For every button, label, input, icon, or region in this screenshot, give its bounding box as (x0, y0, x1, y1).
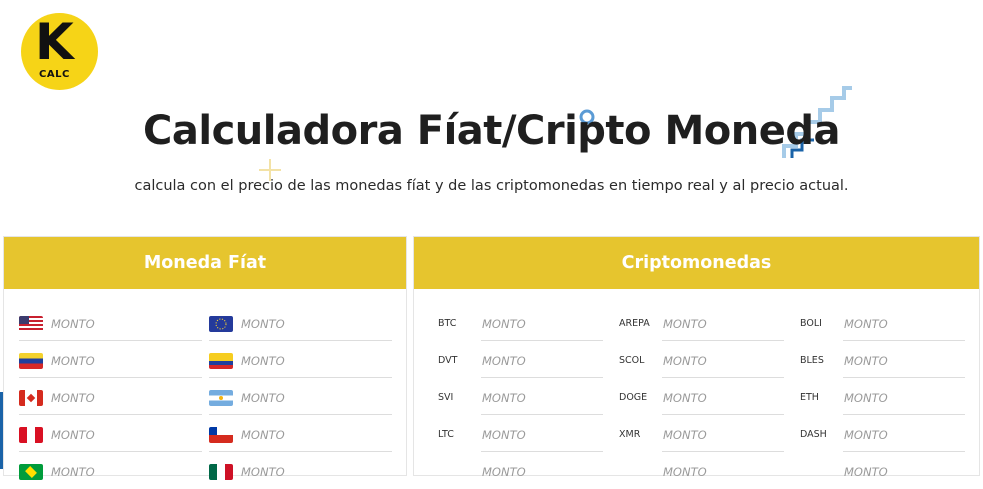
monto-placeholder: MONTO (482, 428, 526, 442)
monto-placeholder: MONTO (241, 465, 285, 479)
monto-placeholder: MONTO (663, 428, 707, 442)
fiat-input-cad[interactable]: MONTO (19, 378, 202, 415)
fiat-panel-title: Moneda Fíat (4, 237, 406, 289)
crypto-panel-title: Criptomonedas (414, 237, 979, 289)
crypto-input-dvt[interactable]: DVT MONTO (438, 341, 603, 378)
monto-placeholder: MONTO (844, 391, 888, 405)
fiat-input-eur[interactable]: MONTO (209, 304, 392, 341)
mexico-flag-icon (209, 464, 233, 480)
crypto-symbol: BLES (800, 355, 824, 366)
crypto-input-xmr[interactable]: XMR MONTO (619, 415, 784, 452)
monto-placeholder: MONTO (663, 391, 707, 405)
page-subtitle: calcula con el precio de las monedas fía… (134, 178, 849, 194)
crypto-input-dash[interactable]: DASH MONTO (800, 415, 965, 452)
logo-letter: K (35, 13, 74, 71)
crypto-symbol: DASH (800, 429, 827, 440)
monto-placeholder: MONTO (241, 391, 285, 405)
crypto-symbol: LTC (438, 429, 454, 440)
monto-placeholder: MONTO (51, 465, 95, 479)
brazil-flag-icon (19, 464, 43, 480)
monto-placeholder: MONTO (51, 317, 95, 331)
monto-placeholder: MONTO (51, 354, 95, 368)
crypto-input-bles[interactable]: BLES MONTO (800, 341, 965, 378)
monto-placeholder: MONTO (51, 391, 95, 405)
kcalc-logo[interactable]: K CALC (21, 13, 98, 90)
crypto-input-scol[interactable]: SCOL MONTO (619, 341, 784, 378)
crypto-symbol: BTC (438, 318, 457, 329)
colombia-flag-icon (209, 353, 233, 369)
monto-placeholder: MONTO (663, 354, 707, 368)
crypto-symbol: SCOL (619, 355, 645, 366)
crypto-input[interactable]: MONTO (619, 452, 784, 489)
crypto-input-btc[interactable]: BTC MONTO (438, 304, 603, 341)
monto-placeholder: MONTO (482, 391, 526, 405)
venezuela-flag-icon (19, 353, 43, 369)
monto-placeholder: MONTO (663, 465, 707, 479)
crypto-input[interactable]: MONTO (800, 452, 965, 489)
eu-flag-icon (209, 316, 233, 332)
crypto-symbol: AREPA (619, 318, 650, 329)
fiat-input-ves[interactable]: MONTO (19, 341, 202, 378)
fiat-input-ars[interactable]: MONTO (209, 378, 392, 415)
crypto-input-arepa[interactable]: AREPA MONTO (619, 304, 784, 341)
crypto-panel: Criptomonedas BTC MONTO DVT MONTO SVI MO… (413, 236, 980, 479)
monto-placeholder: MONTO (663, 317, 707, 331)
fiat-input-cop[interactable]: MONTO (209, 341, 392, 378)
crypto-symbol: SVI (438, 392, 454, 403)
monto-placeholder: MONTO (844, 354, 888, 368)
monto-placeholder: MONTO (241, 317, 285, 331)
crypto-input-ltc[interactable]: LTC MONTO (438, 415, 603, 452)
chile-flag-icon (209, 427, 233, 443)
logo-subtext: CALC (39, 69, 70, 80)
monto-placeholder: MONTO (482, 317, 526, 331)
crypto-symbol: DVT (438, 355, 458, 366)
crypto-symbol: XMR (619, 429, 641, 440)
monto-placeholder: MONTO (844, 317, 888, 331)
fiat-panel: Moneda Fíat MONTO MONTO MONTO MONTO MONT… (3, 236, 407, 480)
monto-placeholder: MONTO (844, 428, 888, 442)
monto-placeholder: MONTO (241, 428, 285, 442)
monto-placeholder: MONTO (51, 428, 95, 442)
canada-flag-icon (19, 390, 43, 406)
page-title: Calculadora Fíat/Cripto Moneda (143, 108, 840, 154)
crypto-symbol: ETH (800, 392, 819, 403)
monto-placeholder: MONTO (482, 354, 526, 368)
fiat-input-brl[interactable]: MONTO (19, 452, 202, 489)
crypto-input-boli[interactable]: BOLI MONTO (800, 304, 965, 341)
monto-placeholder: MONTO (482, 465, 526, 479)
monto-placeholder: MONTO (844, 465, 888, 479)
crypto-input-svi[interactable]: SVI MONTO (438, 378, 603, 415)
fiat-input-clp[interactable]: MONTO (209, 415, 392, 452)
crypto-input[interactable]: MONTO (438, 452, 603, 489)
monto-placeholder: MONTO (241, 354, 285, 368)
crypto-symbol: DOGE (619, 392, 648, 403)
peru-flag-icon (19, 427, 43, 443)
argentina-flag-icon (209, 390, 233, 406)
fiat-input-mxn[interactable]: MONTO (209, 452, 392, 489)
crypto-input-eth[interactable]: ETH MONTO (800, 378, 965, 415)
crypto-symbol: BOLI (800, 318, 822, 329)
fiat-input-pen[interactable]: MONTO (19, 415, 202, 452)
usa-flag-icon (19, 316, 43, 332)
fiat-input-usd[interactable]: MONTO (19, 304, 202, 341)
crypto-input-doge[interactable]: DOGE MONTO (619, 378, 784, 415)
